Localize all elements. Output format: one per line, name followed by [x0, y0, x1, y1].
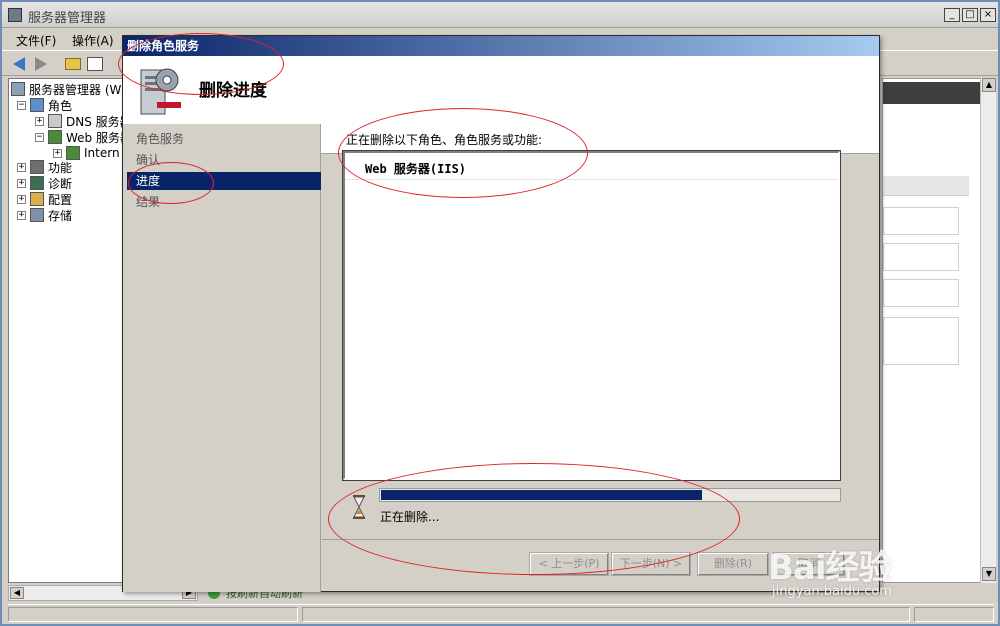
list-divider — [345, 179, 838, 180]
expand-icon[interactable]: + — [17, 194, 26, 204]
minimize-button[interactable]: _ — [944, 8, 960, 22]
up-folder-icon[interactable] — [64, 55, 82, 73]
step-role-services[interactable]: 角色服务 — [127, 130, 321, 148]
progress-status-text: 正在删除... — [380, 510, 440, 524]
tree-item-label: Intern — [84, 146, 120, 160]
tree-item-label: 服务器管理器 (WI — [29, 82, 125, 97]
collapse-icon[interactable]: − — [35, 132, 44, 142]
details-box — [883, 207, 959, 235]
page-title: 删除进度 — [199, 81, 267, 101]
features-icon — [30, 160, 44, 174]
remove-role-services-dialog: 删除角色服务 删除进度 角色服务 确认 进度 结果 正在删除以下角色、角色服务或… — [122, 35, 880, 592]
menu-action[interactable]: 操作(A) — [72, 32, 114, 49]
progress-bar — [379, 488, 841, 502]
expand-icon[interactable]: + — [17, 162, 26, 172]
progress-content: 正在删除以下角色、角色服务或功能: Web 服务器(IIS) 正在删除... — [322, 124, 879, 539]
step-results[interactable]: 结果 — [127, 193, 321, 211]
expand-icon[interactable]: + — [53, 148, 62, 158]
tree-item-storage[interactable]: + 存储 — [17, 207, 72, 223]
tree-item-label: 角色 — [48, 98, 73, 113]
watermark-url: jingyan.baidu.com — [772, 584, 892, 599]
console-tree: 服务器管理器 (WI − 角色 + DNS 服务器 − Web 服务器 + In… — [8, 78, 132, 583]
expand-icon[interactable]: + — [35, 116, 44, 126]
forward-arrow-icon[interactable] — [32, 55, 50, 73]
tree-item-diagnostics[interactable]: + 诊断 — [17, 175, 72, 191]
status-cell — [914, 607, 994, 622]
web-server-icon — [48, 130, 62, 144]
tree-item-label: 存储 — [48, 208, 73, 223]
tree-item-roles[interactable]: − 角色 — [17, 97, 72, 113]
tree-item-label: 诊断 — [48, 176, 73, 191]
back-arrow-icon[interactable] — [10, 55, 28, 73]
details-section-header — [883, 176, 969, 196]
progress-bar-fill — [381, 490, 702, 500]
details-pane-header — [883, 82, 995, 104]
storage-icon — [30, 208, 44, 222]
tree-item-label: 功能 — [48, 160, 73, 175]
list-item: Web 服务器(IIS) — [365, 162, 467, 176]
scroll-left-icon[interactable]: ◀ — [10, 587, 24, 599]
wizard-steps: 角色服务 确认 进度 结果 — [123, 124, 321, 592]
watermark-logo: Bai经验 — [768, 548, 893, 588]
tree-item-dns[interactable]: + DNS 服务器 — [35, 113, 132, 129]
expand-icon[interactable]: + — [17, 210, 26, 220]
next-button[interactable]: 下一步(N) > — [611, 552, 691, 576]
status-bar — [8, 604, 994, 622]
tree-item-web-server[interactable]: − Web 服务器 — [35, 129, 132, 145]
status-cell — [302, 607, 910, 622]
tree-item-features[interactable]: + 功能 — [17, 159, 72, 175]
details-box — [883, 279, 959, 307]
step-progress[interactable]: 进度 — [127, 172, 321, 190]
app-title-bar: 服务器管理器 _ □ × — [2, 2, 998, 28]
server-gear-icon — [140, 68, 181, 115]
removal-list[interactable]: Web 服务器(IIS) — [342, 150, 841, 481]
app-title: 服务器管理器 — [28, 11, 107, 26]
back-button[interactable]: < 上一步(P) — [529, 552, 609, 576]
close-button[interactable]: × — [980, 8, 996, 22]
details-box — [883, 317, 959, 365]
maximize-button[interactable]: □ — [962, 8, 978, 22]
diagnostics-icon — [30, 176, 44, 190]
dns-icon — [48, 114, 62, 128]
vertical-scrollbar[interactable]: ▲ ▼ — [980, 78, 996, 583]
removing-label: 正在删除以下角色、角色服务或功能: — [346, 133, 543, 147]
dialog-title: 删除角色服务 — [123, 36, 879, 56]
scroll-up-icon[interactable]: ▲ — [982, 78, 996, 92]
menu-file[interactable]: 文件(F) — [16, 32, 56, 49]
show-hide-console-tree-icon[interactable] — [86, 55, 104, 73]
hourglass-icon — [353, 495, 365, 519]
configuration-icon — [30, 192, 44, 206]
status-cell — [8, 607, 298, 622]
tree-item-configuration[interactable]: + 配置 — [17, 191, 72, 207]
details-box — [883, 243, 959, 271]
collapse-icon[interactable]: − — [17, 100, 26, 110]
watermark: Bai经验 jingyan.baidu.com — [768, 540, 988, 602]
roles-icon — [30, 98, 44, 112]
remove-button[interactable]: 删除(R) — [697, 552, 769, 576]
tree-item-server-manager[interactable]: 服务器管理器 (WI — [11, 81, 125, 97]
step-confirmation[interactable]: 确认 — [127, 151, 321, 169]
details-pane — [882, 78, 996, 583]
server-icon — [11, 82, 25, 96]
expand-icon[interactable]: + — [17, 178, 26, 188]
server-manager-icon — [8, 8, 22, 22]
tree-item-label: 配置 — [48, 192, 73, 207]
